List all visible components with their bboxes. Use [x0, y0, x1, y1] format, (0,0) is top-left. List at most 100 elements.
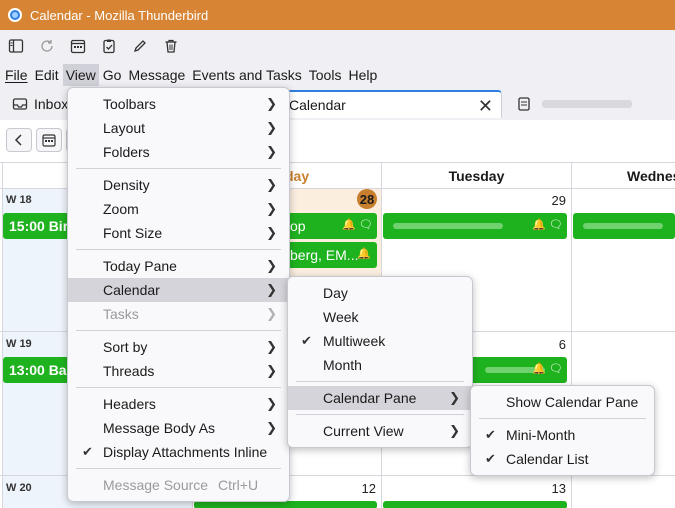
- menu-item-label: Headers: [103, 396, 156, 412]
- menu-item-message-source[interactable]: Message Source Ctrl+U: [68, 473, 289, 497]
- menu-help[interactable]: Help: [345, 64, 380, 86]
- checkmark-icon: ✔: [485, 427, 496, 442]
- menu-item-today-pane[interactable]: Today Pane ❯: [68, 254, 289, 278]
- inbox-icon: [12, 98, 28, 110]
- chevron-right-icon: ❯: [266, 144, 277, 159]
- week-label-20: W 20: [6, 482, 32, 494]
- calendar-today-icon: [42, 134, 56, 147]
- menu-item-label: Tasks: [103, 306, 139, 322]
- today-button[interactable]: [36, 128, 62, 152]
- previous-button[interactable]: [6, 128, 32, 152]
- menu-item-label: Folders: [103, 144, 150, 160]
- menu-edit[interactable]: Edit: [32, 64, 62, 86]
- sidebar-icon[interactable]: [6, 36, 26, 56]
- menu-item-toolbars[interactable]: Toolbars ❯: [68, 92, 289, 116]
- menu-message[interactable]: Message: [125, 64, 188, 86]
- day-number: 13: [551, 481, 566, 496]
- close-tab-icon[interactable]: ✕: [478, 96, 493, 117]
- reminder-icon: 🔔 🗨: [532, 363, 563, 375]
- menu-item-label: Message Body As: [103, 420, 216, 436]
- menu-item-week[interactable]: Week: [288, 305, 472, 329]
- menu-item-threads[interactable]: Threads ❯: [68, 359, 289, 383]
- week-label-19: W 19: [6, 338, 32, 350]
- edit-icon[interactable]: [130, 36, 150, 56]
- chevron-right-icon: ❯: [266, 177, 277, 192]
- menu-item-label: Month: [323, 357, 362, 373]
- menu-item-headers[interactable]: Headers ❯: [68, 392, 289, 416]
- menu-item-calendar-list[interactable]: ✔ Calendar List: [471, 447, 654, 471]
- menu-go[interactable]: Go: [100, 64, 125, 86]
- menu-item-label: Calendar Pane: [323, 390, 417, 406]
- chevron-right-icon: ❯: [266, 258, 277, 273]
- tab-inbox[interactable]: Inbox: [6, 90, 70, 118]
- menu-item-label: Toolbars: [103, 96, 156, 112]
- chevron-right-icon: ❯: [266, 282, 277, 297]
- menu-item-display-attachments-inline[interactable]: ✔ Display Attachments Inline: [68, 440, 289, 464]
- day-number: 6: [558, 337, 566, 352]
- chevron-left-icon: [14, 134, 22, 146]
- menu-item-label: Threads: [103, 363, 155, 379]
- chevron-right-icon: ❯: [266, 201, 277, 216]
- event-item[interactable]: [383, 501, 567, 508]
- day-number: 12: [361, 481, 376, 496]
- menu-item-density[interactable]: Density ❯: [68, 173, 289, 197]
- window-title: Calendar - Mozilla Thunderbird: [30, 7, 209, 23]
- reminder-icon: 🔔 🗨: [342, 219, 373, 231]
- event-title: 13:00 Bab: [9, 362, 76, 378]
- menu-item-label: Zoom: [103, 201, 139, 217]
- menu-item-current-view[interactable]: Current View ❯: [288, 419, 472, 443]
- chevron-right-icon: ❯: [266, 420, 277, 435]
- event-item[interactable]: [573, 213, 675, 239]
- menu-item-layout[interactable]: Layout ❯: [68, 116, 289, 140]
- menu-item-sort-by[interactable]: Sort by ❯: [68, 335, 289, 359]
- menu-separator: [76, 330, 281, 331]
- menu-item-folders[interactable]: Folders ❯: [68, 140, 289, 164]
- menu-item-mini-month[interactable]: ✔ Mini-Month: [471, 423, 654, 447]
- menu-item-show-calendar-pane[interactable]: Show Calendar Pane: [471, 390, 654, 414]
- menu-item-label: Current View: [323, 423, 404, 439]
- checkmark-icon: ✔: [301, 333, 312, 348]
- tab-other[interactable]: [508, 90, 675, 118]
- menu-item-label: Font Size: [103, 225, 163, 241]
- menu-item-label: Calendar: [103, 282, 160, 298]
- tab-calendar[interactable]: Calendar ✕: [280, 90, 502, 118]
- checkmark-icon: ✔: [485, 451, 496, 466]
- new-event-icon[interactable]: [68, 36, 88, 56]
- thunderbird-logo-icon: [8, 8, 22, 22]
- chevron-right-icon: ❯: [266, 120, 277, 135]
- calendar-pane-submenu: Show Calendar Pane ✔ Mini-Month ✔ Calendar…: [470, 385, 655, 476]
- menu-item-message-body-as[interactable]: Message Body As ❯: [68, 416, 289, 440]
- menu-item-zoom[interactable]: Zoom ❯: [68, 197, 289, 221]
- menu-separator: [296, 414, 464, 415]
- menu-item-font-size[interactable]: Font Size ❯: [68, 221, 289, 245]
- menu-item-day[interactable]: Day: [288, 281, 472, 305]
- menu-item-label: Show Calendar Pane: [506, 394, 639, 410]
- header-wednesday: Wednes: [571, 164, 675, 188]
- reminder-icon: 🔔 🗨: [532, 219, 563, 231]
- title-bar: Calendar - Mozilla Thunderbird: [0, 0, 675, 30]
- event-item[interactable]: 🔔 🗨: [383, 213, 567, 239]
- chevron-right-icon: ❯: [266, 225, 277, 240]
- menu-separator: [296, 381, 464, 382]
- menu-item-month[interactable]: Month: [288, 353, 472, 377]
- sync-icon[interactable]: [37, 36, 57, 56]
- menu-item-multiweek[interactable]: ✔ Multiweek: [288, 329, 472, 353]
- menu-item-calendar-pane[interactable]: Calendar Pane ❯: [288, 386, 472, 410]
- menu-item-label: Day: [323, 285, 348, 301]
- delete-icon[interactable]: [161, 36, 181, 56]
- menu-item-tasks[interactable]: Tasks ❯: [68, 302, 289, 326]
- event-item[interactable]: [194, 501, 377, 508]
- today-day-number: 28: [357, 189, 377, 209]
- menu-view[interactable]: View: [62, 64, 99, 86]
- menu-item-label: Density: [103, 177, 150, 193]
- menu-tools[interactable]: Tools: [306, 64, 345, 86]
- day-number: 29: [551, 193, 566, 208]
- view-menu: Toolbars ❯ Layout ❯ Folders ❯ Density ❯ Zoom…: [67, 87, 290, 502]
- menu-events-and-tasks[interactable]: Events and Tasks: [189, 64, 304, 86]
- menu-file[interactable]: File: [2, 64, 31, 86]
- menu-item-calendar[interactable]: Calendar ❯: [68, 278, 289, 302]
- new-task-icon[interactable]: [99, 36, 119, 56]
- menu-separator: [76, 468, 281, 469]
- menu-separator: [479, 418, 646, 419]
- menu-separator: [76, 249, 281, 250]
